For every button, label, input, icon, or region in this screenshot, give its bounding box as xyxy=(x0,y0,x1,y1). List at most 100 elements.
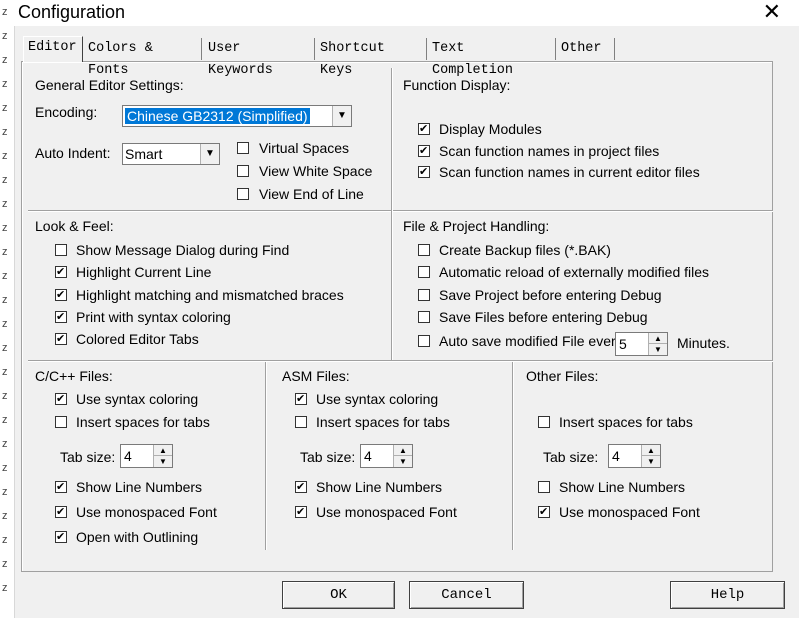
c-mono-checkbox[interactable] xyxy=(55,506,67,518)
title-bar: Configuration ✕ xyxy=(14,0,799,26)
arrow-up-icon[interactable]: ▲ xyxy=(154,445,172,456)
tab-colors-fonts[interactable]: Colors & Fonts xyxy=(84,38,202,78)
c-outlining-label: Open with Outlining xyxy=(76,529,199,545)
arrow-down-icon[interactable]: ▼ xyxy=(154,456,172,467)
other-line-numbers-label: Show Line Numbers xyxy=(559,479,686,495)
auto-reload-checkbox[interactable] xyxy=(418,266,430,278)
arrow-up-icon[interactable]: ▲ xyxy=(649,333,667,344)
scan-editor-label: Scan function names in current editor fi… xyxy=(439,164,700,180)
asm-tab-size-stepper[interactable]: 4 ▲ ▼ xyxy=(360,444,413,468)
highlight-braces-checkbox[interactable] xyxy=(55,289,67,301)
autoindent-select[interactable]: Smart ▼ xyxy=(122,143,220,165)
asm-files-heading: ASM Files: xyxy=(282,368,350,384)
chevron-down-icon[interactable]: ▼ xyxy=(332,106,351,126)
spin-arrows[interactable]: ▲ ▼ xyxy=(153,445,172,467)
divider xyxy=(512,362,514,550)
other-spaces-label: Insert spaces for tabs xyxy=(559,414,693,430)
virtual-spaces-label: Virtual Spaces xyxy=(259,140,350,156)
display-modules-checkbox[interactable] xyxy=(418,123,430,135)
other-files-heading: Other Files: xyxy=(526,368,599,384)
display-modules-label: Display Modules xyxy=(439,121,542,137)
asm-mono-label: Use monospaced Font xyxy=(316,504,457,520)
other-tab-size-label: Tab size: xyxy=(543,449,599,465)
c-spaces-label: Insert spaces for tabs xyxy=(76,414,210,430)
show-message-label: Show Message Dialog during Find xyxy=(76,242,290,258)
file-project-heading: File & Project Handling: xyxy=(403,218,550,234)
arrow-down-icon[interactable]: ▼ xyxy=(642,456,660,467)
show-message-checkbox[interactable] xyxy=(55,244,67,256)
help-button[interactable]: Help xyxy=(670,581,785,609)
asm-spaces-checkbox[interactable] xyxy=(295,416,307,428)
auto-save-label: Auto save modified File every xyxy=(439,333,623,349)
close-icon[interactable]: ✕ xyxy=(763,0,781,24)
other-tab-size-stepper[interactable]: 4 ▲ ▼ xyxy=(608,444,661,468)
c-spaces-checkbox[interactable] xyxy=(55,416,67,428)
auto-save-checkbox[interactable] xyxy=(418,335,430,347)
c-line-numbers-checkbox[interactable] xyxy=(55,481,67,493)
divider xyxy=(265,362,267,550)
view-white-space-checkbox[interactable] xyxy=(237,165,249,177)
other-spaces-checkbox[interactable] xyxy=(538,416,550,428)
divider xyxy=(391,68,393,360)
colored-tabs-checkbox[interactable] xyxy=(55,333,67,345)
tab-editor[interactable]: Editor xyxy=(23,36,83,62)
save-files-label: Save Files before entering Debug xyxy=(439,309,648,325)
tab-shortcut-keys[interactable]: Shortcut Keys xyxy=(316,38,427,78)
spin-arrows[interactable]: ▲ ▼ xyxy=(648,333,667,355)
virtual-spaces-checkbox[interactable] xyxy=(237,142,249,154)
spin-arrows[interactable]: ▲ ▼ xyxy=(641,445,660,467)
ok-button[interactable]: OK xyxy=(282,581,395,609)
divider xyxy=(28,360,773,362)
c-tab-size-value: 4 xyxy=(124,448,132,464)
c-outlining-checkbox[interactable] xyxy=(55,531,67,543)
print-syntax-label: Print with syntax coloring xyxy=(76,309,231,325)
encoding-value: Chinese GB2312 (Simplified) xyxy=(125,108,310,124)
arrow-up-icon[interactable]: ▲ xyxy=(394,445,412,456)
asm-syntax-label: Use syntax coloring xyxy=(316,391,439,407)
c-tab-size-stepper[interactable]: 4 ▲ ▼ xyxy=(120,444,173,468)
highlight-line-label: Highlight Current Line xyxy=(76,264,212,280)
tab-user-keywords[interactable]: User Keywords xyxy=(204,38,315,78)
tab-text-completion[interactable]: Text Completion xyxy=(428,38,556,78)
highlight-line-checkbox[interactable] xyxy=(55,266,67,278)
scan-editor-checkbox[interactable] xyxy=(418,166,430,178)
save-project-label: Save Project before entering Debug xyxy=(439,287,662,303)
background-window-edge: zzzzzzzzzzzzzzzzzzzzzzzzz xyxy=(0,0,15,618)
spin-arrows[interactable]: ▲ ▼ xyxy=(393,445,412,467)
arrow-up-icon[interactable]: ▲ xyxy=(642,445,660,456)
other-mono-checkbox[interactable] xyxy=(538,506,550,518)
asm-mono-checkbox[interactable] xyxy=(295,506,307,518)
tab-other[interactable]: Other xyxy=(557,38,615,60)
scan-project-label: Scan function names in project files xyxy=(439,143,660,159)
c-syntax-label: Use syntax coloring xyxy=(76,391,199,407)
asm-syntax-checkbox[interactable] xyxy=(295,393,307,405)
autoindent-label: Auto Indent: xyxy=(35,145,111,161)
arrow-down-icon[interactable]: ▼ xyxy=(649,344,667,355)
auto-reload-label: Automatic reload of externally modified … xyxy=(439,264,710,280)
chevron-down-icon[interactable]: ▼ xyxy=(200,144,219,164)
highlight-braces-label: Highlight matching and mismatched braces xyxy=(76,287,344,303)
save-project-checkbox[interactable] xyxy=(418,289,430,301)
backup-files-checkbox[interactable] xyxy=(418,244,430,256)
asm-line-numbers-checkbox[interactable] xyxy=(295,481,307,493)
colored-tabs-label: Colored Editor Tabs xyxy=(76,331,199,347)
arrow-down-icon[interactable]: ▼ xyxy=(394,456,412,467)
auto-save-minutes-value: 5 xyxy=(619,336,627,352)
backup-files-label: Create Backup files (*.BAK) xyxy=(439,242,611,258)
c-syntax-checkbox[interactable] xyxy=(55,393,67,405)
save-files-checkbox[interactable] xyxy=(418,311,430,323)
general-heading: General Editor Settings: xyxy=(35,77,184,93)
window-title: Configuration xyxy=(18,2,126,22)
auto-save-minutes-stepper[interactable]: 5 ▲ ▼ xyxy=(615,332,668,356)
view-end-of-line-checkbox[interactable] xyxy=(237,188,249,200)
cancel-button[interactable]: Cancel xyxy=(409,581,524,609)
other-line-numbers-checkbox[interactable] xyxy=(538,481,550,493)
autoindent-value: Smart xyxy=(125,146,163,162)
encoding-select[interactable]: Chinese GB2312 (Simplified) ▼ xyxy=(122,105,352,127)
print-syntax-checkbox[interactable] xyxy=(55,311,67,323)
asm-line-numbers-label: Show Line Numbers xyxy=(316,479,443,495)
scan-project-checkbox[interactable] xyxy=(418,145,430,157)
view-white-space-label: View White Space xyxy=(259,163,373,179)
look-feel-heading: Look & Feel: xyxy=(35,218,114,234)
encoding-label: Encoding: xyxy=(35,104,98,120)
